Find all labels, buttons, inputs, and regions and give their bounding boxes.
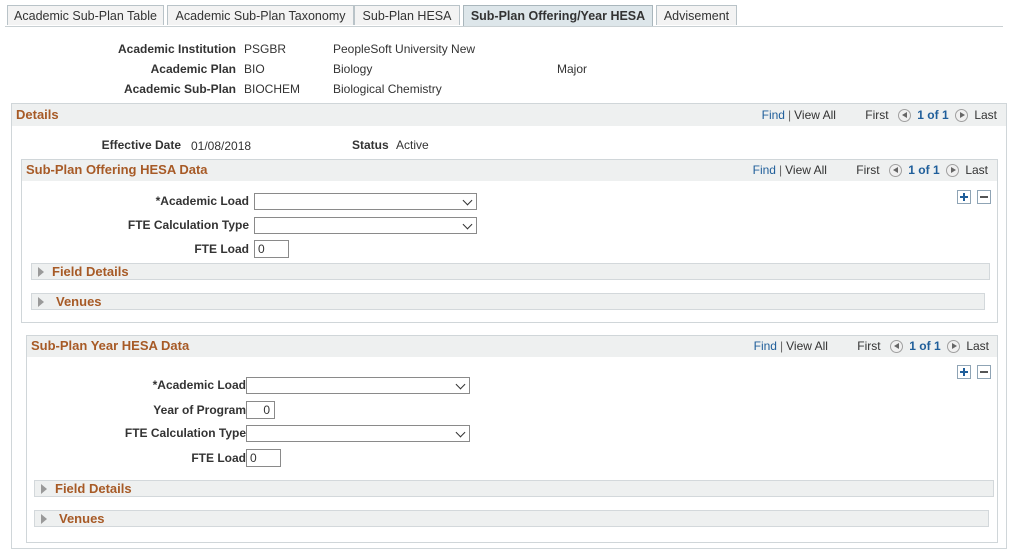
year-view-all-link[interactable]: View All [786,339,828,353]
year-venues-label: Venues [59,511,105,526]
year-find-link[interactable]: Find [754,339,777,353]
tab-sub-plan-hesa[interactable]: Sub-Plan HESA [354,5,460,25]
details-title: Details [16,107,59,122]
offering-last[interactable]: Last [965,163,988,177]
offering-title: Sub-Plan Offering HESA Data [26,162,208,177]
year-count: 1 of 1 [909,339,941,353]
year-academic-load-label: *Academic Load [152,378,246,392]
details-last[interactable]: Last [974,108,997,122]
year-nav: Find | View All First 1 of 1 Last [753,339,989,353]
institution-code: PSGBR [244,42,287,56]
offering-academic-load-select[interactable] [254,193,477,210]
year-academic-load-select[interactable] [246,377,470,394]
tab-divider [5,26,1003,27]
plan-type: Major [557,62,588,76]
subplan-name: Biological Chemistry [333,82,442,96]
offering-prev-icon[interactable] [888,164,902,177]
year-last[interactable]: Last [966,339,989,353]
effective-date-label: Effective Date [101,138,181,152]
year-title: Sub-Plan Year HESA Data [31,338,190,353]
year-add-row-icon[interactable] [957,365,971,379]
plan-code: BIO [244,62,265,76]
tab-academic-sub-plan-taxonomy[interactable]: Academic Sub-Plan Taxonomy [167,5,354,25]
details-prev-icon[interactable] [897,109,911,122]
offering-view-all-link[interactable]: View All [785,163,827,177]
offering-delete-row-icon[interactable] [977,190,991,204]
year-first[interactable]: First [857,339,880,353]
year-of-program-input[interactable]: 0 [246,401,275,419]
year-section: Sub-Plan Year HESA Data Find | View All Fi… [26,335,998,543]
offering-venues-collapsible[interactable]: Venues [31,293,985,310]
offering-next-icon[interactable] [945,164,959,177]
offering-section: Sub-Plan Offering HESA Data Find | View Al… [21,159,998,323]
chevron-down-icon [462,195,473,206]
triangle-right-icon [41,514,47,524]
offering-fte-load-label: FTE Load [194,242,249,256]
year-prev-icon[interactable] [889,340,903,353]
tab-academic-sub-plan-table[interactable]: Academic Sub-Plan Table [7,5,164,25]
year-field-details-label: Field Details [55,481,132,496]
offering-header: Sub-Plan Offering HESA Data Find | View Al… [22,160,997,181]
offering-venues-label: Venues [56,294,102,309]
chevron-down-icon [462,219,473,230]
details-find-link[interactable]: Find [762,108,785,122]
year-field-details-collapsible[interactable]: Field Details [34,480,994,497]
chevron-down-icon [455,427,466,438]
tab-sub-plan-offering-year-hesa[interactable]: Sub-Plan Offering/Year HESA [463,5,653,26]
offering-find-link[interactable]: Find [753,163,776,177]
year-fte-load-input[interactable]: 0 [246,449,281,467]
offering-academic-load-label: *Academic Load [155,194,249,208]
triangle-right-icon [41,484,47,494]
details-next-icon[interactable] [954,109,968,122]
plan-label: Academic Plan [150,62,236,76]
tab-advisement[interactable]: Advisement [656,5,737,25]
offering-fte-calc-label: FTE Calculation Type [127,218,249,232]
details-header: Details Find | View All First 1 of 1 Last [12,104,1006,126]
details-nav: Find | View All First 1 of 1 Last [761,108,997,122]
year-venues-collapsible[interactable]: Venues [34,510,989,527]
triangle-right-icon [38,297,44,307]
details-section: Details Find | View All First 1 of 1 Last … [11,103,1007,549]
year-of-program-label: Year of Program [153,403,246,417]
triangle-right-icon [38,267,44,277]
details-view-all-link[interactable]: View All [794,108,836,122]
offering-count: 1 of 1 [908,163,940,177]
institution-name: PeopleSoft University New [333,42,476,56]
chevron-down-icon [455,379,466,390]
year-fte-calc-label: FTE Calculation Type [124,426,246,440]
status-value: Active [396,138,429,152]
offering-fte-calc-select[interactable] [254,217,477,234]
subplan-code: BIOCHEM [244,82,301,96]
year-header: Sub-Plan Year HESA Data Find | View All Fi… [27,336,997,357]
plan-name: Biology [333,62,373,76]
institution-label: Academic Institution [117,42,236,56]
offering-field-details-collapsible[interactable]: Field Details [31,263,990,280]
status-label: Status [352,138,389,152]
year-fte-load-label: FTE Load [191,451,246,465]
subplan-label: Academic Sub-Plan [123,82,236,96]
effective-date-value: 01/08/2018 [191,139,252,153]
details-first[interactable]: First [865,108,888,122]
year-delete-row-icon[interactable] [977,365,991,379]
offering-nav: Find | View All First 1 of 1 Last [752,163,988,177]
offering-first[interactable]: First [856,163,879,177]
year-fte-calc-select[interactable] [246,425,470,442]
year-next-icon[interactable] [946,340,960,353]
offering-field-details-label: Field Details [52,264,129,279]
details-count: 1 of 1 [917,108,949,122]
offering-add-row-icon[interactable] [957,190,971,204]
offering-fte-load-input[interactable]: 0 [254,240,289,258]
